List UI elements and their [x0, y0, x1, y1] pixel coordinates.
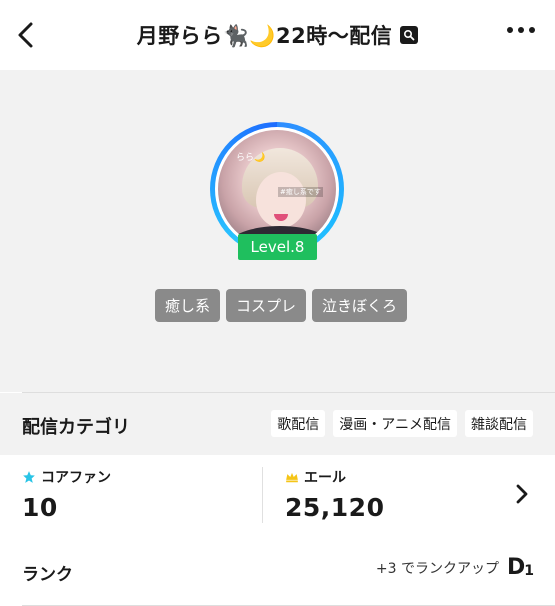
tag-chip[interactable]: 泣きぼくろ [312, 289, 408, 322]
page-title: 月野らら🐈‍⬛🌙22時〜配信 [136, 24, 393, 48]
category-chips: 歌配信 漫画・アニメ配信 雑談配信 [271, 410, 533, 437]
more-horizontal-icon [507, 27, 513, 33]
stats-detail-button[interactable] [511, 481, 533, 507]
stat-divider [262, 467, 263, 523]
core-fan-value: 10 [22, 493, 58, 522]
rank-badge: D1 [506, 555, 534, 580]
more-options-button[interactable] [507, 27, 535, 33]
rank-info: +3 でランクアップ D1 [375, 555, 534, 580]
rank-row[interactable]: ランク +3 でランクアップ D1 [0, 535, 555, 606]
tag-chip[interactable]: コスプレ [226, 289, 307, 322]
avatar-caption-top: らら🌙 [236, 153, 266, 163]
rank-up-text: +3 でランクアップ [375, 560, 499, 577]
chevron-left-icon [18, 22, 33, 48]
core-fan-label: コアファン [41, 470, 111, 486]
core-fan-header: コアファン [22, 467, 111, 487]
category-row: 配信カテゴリ 歌配信 漫画・アニメ配信 雑談配信 [0, 393, 555, 455]
search-icon[interactable] [400, 26, 419, 44]
top-bar: 月野らら🐈‍⬛🌙22時〜配信 [0, 0, 555, 70]
avatar: らら🌙 #癒し系です [215, 127, 339, 251]
category-chip[interactable]: 歌配信 [271, 410, 326, 437]
more-horizontal-icon [529, 27, 535, 33]
level-badge: Level.8 [238, 234, 317, 260]
rank-sub: 1 [524, 563, 534, 579]
core-fan-stat: コアファン 10 [22, 467, 111, 522]
tag-list: 癒し系 コスプレ 泣きぼくろ [155, 289, 408, 322]
yell-header: エール [285, 467, 384, 487]
avatar-caption-mid: #癒し系です [278, 187, 323, 197]
title-group: 月野らら🐈‍⬛🌙22時〜配信 [137, 20, 419, 50]
chevron-right-icon [516, 484, 528, 504]
category-label: 配信カテゴリ [22, 417, 130, 438]
star-icon [23, 471, 35, 483]
yell-stat: エール 25,120 [285, 467, 384, 522]
rank-letter: D [506, 555, 525, 580]
more-horizontal-icon [518, 27, 524, 33]
yell-value: 25,120 [285, 493, 385, 522]
tag-chip[interactable]: 癒し系 [155, 289, 221, 322]
profile-section: らら🌙 #癒し系です Level.8 癒し系 コスプレ 泣きぼくろ [0, 70, 555, 392]
category-chip[interactable]: 漫画・アニメ配信 [333, 410, 457, 437]
stats-row[interactable]: コアファン 10 エール 25,120 [0, 455, 555, 535]
rank-label: ランク [22, 565, 73, 585]
back-button[interactable] [10, 20, 40, 50]
crown-icon [286, 472, 298, 483]
yell-label: エール [304, 470, 346, 486]
category-chip[interactable]: 雑談配信 [465, 410, 533, 437]
